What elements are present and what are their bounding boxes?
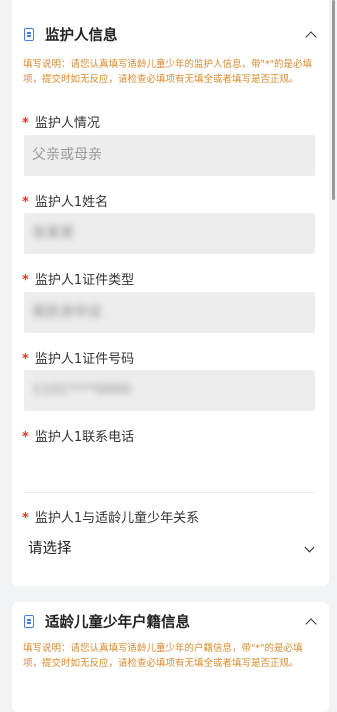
chevron-up-icon[interactable]: [305, 618, 317, 630]
field-label-guardian-status: * 监护人情况: [22, 115, 100, 133]
field-value: 张某某: [32, 225, 74, 241]
field-label-text: 监护人1证件类型: [34, 273, 135, 288]
fill-instructions: 填写说明：请您认真填写适龄儿童少年的监护人信息，带"*"的是必填项，提交时如无反…: [23, 59, 312, 85]
section-title: 适龄儿童少年户籍信息: [45, 615, 190, 631]
required-mark: *: [22, 273, 29, 288]
field-label-text: 监护人1与适龄儿童少年关系: [34, 511, 200, 526]
field-label-text: 监护人1姓名: [34, 195, 109, 210]
fill-instructions: 填写说明：请您认真填写适龄儿童少年的户籍信息，带"*"的是必填项，提交时如无反应…: [23, 643, 303, 669]
document-icon: [24, 615, 34, 628]
required-mark: *: [22, 352, 29, 367]
guardian-info-header[interactable]: 监护人信息: [12, 25, 329, 47]
required-mark: *: [22, 511, 29, 526]
field-label-phone: * 监护人1联系电话: [22, 429, 134, 447]
chevron-down-icon[interactable]: [304, 542, 315, 553]
document-icon: [24, 28, 34, 41]
phone-field-underline: [24, 492, 315, 493]
field-label-guardian-name: * 监护人1姓名: [22, 194, 108, 212]
household-info-card: 适龄儿童少年户籍信息 填写说明：请您认真填写适龄儿童少年的户籍信息，带"*"的是…: [12, 602, 329, 712]
required-mark: *: [22, 116, 29, 131]
chevron-up-icon[interactable]: [305, 31, 317, 43]
guardian-status-field[interactable]: 父亲或母亲: [24, 135, 315, 176]
field-value: 1101****0000: [32, 382, 132, 398]
household-info-header[interactable]: 适龄儿童少年户籍信息: [12, 612, 329, 634]
id-type-field[interactable]: 居民身份证: [24, 292, 315, 333]
guardian-name-field[interactable]: 张某某: [24, 213, 315, 254]
phone-field[interactable]: [24, 449, 315, 490]
field-label-id-type: * 监护人1证件类型: [22, 272, 134, 290]
required-mark: *: [22, 430, 29, 445]
field-label-id-number: * 监护人1证件号码: [22, 351, 134, 369]
field-value: 父亲或母亲: [32, 147, 102, 163]
field-value: 居民身份证: [32, 304, 102, 320]
required-mark: *: [22, 195, 29, 210]
id-number-field[interactable]: 1101****0000: [24, 370, 315, 411]
page-scrollbar[interactable]: [332, 0, 335, 200]
field-label-text: 监护人情况: [34, 116, 100, 131]
relationship-select[interactable]: 请选择: [28, 539, 72, 559]
field-label-relationship: * 监护人1与适龄儿童少年关系: [22, 510, 199, 528]
section-title: 监护人信息: [45, 28, 118, 44]
field-label-text: 监护人1证件号码: [34, 352, 135, 367]
field-label-text: 监护人1联系电话: [34, 430, 135, 445]
guardian-info-card: 监护人信息 填写说明：请您认真填写适龄儿童少年的监护人信息，带"*"的是必填项，…: [12, 0, 329, 586]
